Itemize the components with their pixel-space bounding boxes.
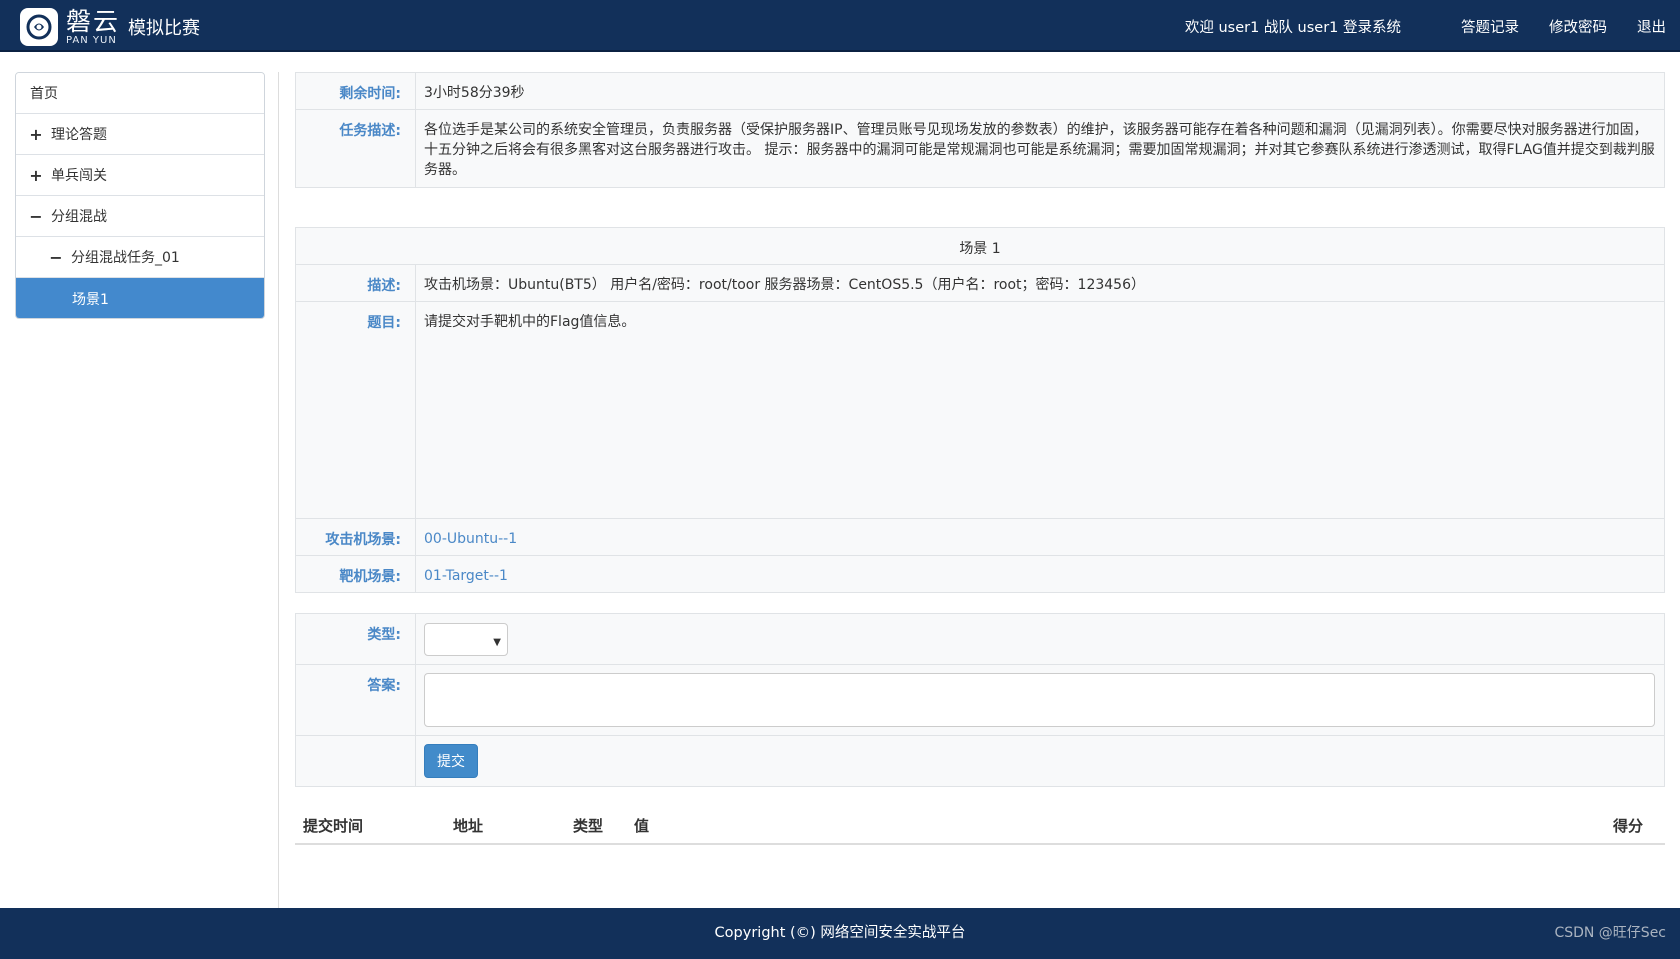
- scene-desc-label: 描述:: [295, 264, 416, 302]
- task-desc-label: 任务描述:: [295, 109, 416, 188]
- collapse-minus-icon: −: [49, 247, 63, 267]
- sidebar-item-theory[interactable]: + 理论答题: [16, 114, 264, 155]
- welcome-text: 欢迎 user1 战队 user1 登录系统: [1184, 19, 1401, 36]
- task-desc-value: 各位选手是某公司的系统安全管理员，负责服务器（受保护服务器IP、管理员账号见现场…: [415, 109, 1665, 188]
- logo-text: 磐云 PAN YUN: [66, 9, 120, 46]
- answer-form: 类型: ▼ 答案: 提交: [295, 613, 1665, 787]
- sidebar-item-label: 场景1: [72, 291, 109, 308]
- sidebar-item-scene1[interactable]: 场景1: [16, 278, 264, 318]
- question-value: 请提交对手靶机中的Flag值信息。: [415, 301, 1665, 519]
- watermark-text: CSDN @旺仔Sec: [1554, 925, 1666, 941]
- logout-link[interactable]: 退出: [1637, 16, 1666, 37]
- sidebar-item-label: 分组混战: [51, 209, 107, 225]
- divider: [278, 72, 279, 908]
- top-navbar: 磐云 PAN YUN 模拟比赛 欢迎 user1 战队 user1 登录系统 答…: [0, 0, 1680, 52]
- copyright-text: Copyright (©) 网络空间安全实战平台: [714, 925, 966, 941]
- target-scene-link[interactable]: 01-Target--1: [424, 568, 508, 584]
- sidebar-item-label: 分组混战任务_01: [71, 250, 180, 266]
- attack-scene-link[interactable]: 00-Ubuntu--1: [424, 531, 517, 547]
- answer-label: 答案:: [295, 664, 416, 736]
- expand-plus-icon: +: [29, 124, 43, 144]
- question-label: 题目:: [295, 301, 416, 519]
- remaining-time-label: 剩余时间:: [295, 72, 416, 110]
- sidebar-item-solo[interactable]: + 单兵闯关: [16, 155, 264, 196]
- empty-label-cell: [295, 735, 416, 787]
- scene-table: 场景 1 描述: 攻击机场景：Ubuntu(BT5） 用户名/密码：root/t…: [295, 227, 1665, 593]
- answer-records-link[interactable]: 答题记录: [1461, 16, 1519, 37]
- footer: Copyright (©) 网络空间安全实战平台 CSDN @旺仔Sec: [0, 908, 1680, 959]
- scene-desc-value: 攻击机场景：Ubuntu(BT5） 用户名/密码：root/toor 服务器场景…: [415, 264, 1665, 302]
- sidebar-item-home[interactable]: 首页: [16, 73, 264, 114]
- logo-icon: [20, 8, 58, 46]
- task-info-table: 剩余时间: 3小时58分39秒 任务描述: 各位选手是某公司的系统安全管理员，负…: [295, 72, 1665, 188]
- user-nav: 欢迎 user1 战队 user1 登录系统 答题记录 修改密码 退出: [1185, 0, 1666, 52]
- logo-cn: 磐云: [66, 6, 121, 36]
- app-title: 模拟比赛: [128, 18, 201, 39]
- col-score: 得分: [1613, 817, 1644, 835]
- attack-scene-label: 攻击机场景:: [295, 518, 416, 556]
- answer-input[interactable]: [424, 673, 1655, 727]
- collapse-minus-icon: −: [29, 206, 43, 226]
- col-type: 类型: [573, 817, 604, 835]
- col-submit-time: 提交时间: [303, 817, 364, 835]
- scene-title: 场景 1: [295, 227, 1665, 265]
- brand[interactable]: 磐云 PAN YUN 模拟比赛: [20, 7, 200, 47]
- submit-button[interactable]: 提交: [424, 744, 478, 778]
- col-value: 值: [634, 817, 650, 835]
- change-password-link[interactable]: 修改密码: [1549, 16, 1607, 37]
- target-scene-label: 靶机场景:: [295, 555, 416, 593]
- sidebar-item-label: 单兵闯关: [51, 168, 107, 184]
- type-label: 类型:: [295, 613, 416, 665]
- sidebar-menu: 首页 + 理论答题 + 单兵闯关 − 分组混战 − 分组混战任务_01 场景1: [15, 72, 265, 319]
- sidebar-item-group-battle[interactable]: − 分组混战: [16, 196, 264, 237]
- sidebar-item-label: 理论答题: [51, 127, 107, 143]
- expand-plus-icon: +: [29, 165, 43, 185]
- dropdown-caret-icon: ▼: [493, 637, 501, 648]
- sidebar-item-group-task[interactable]: − 分组混战任务_01: [16, 237, 264, 278]
- sidebar-item-label: 首页: [30, 86, 58, 102]
- remaining-time-value: 3小时58分39秒: [415, 72, 1665, 110]
- type-select[interactable]: ▼: [424, 623, 508, 656]
- logo-en: PAN YUN: [66, 34, 117, 46]
- col-address: 地址: [453, 817, 484, 835]
- results-table-header: 提交时间 地址 类型 值 得分: [295, 805, 1665, 845]
